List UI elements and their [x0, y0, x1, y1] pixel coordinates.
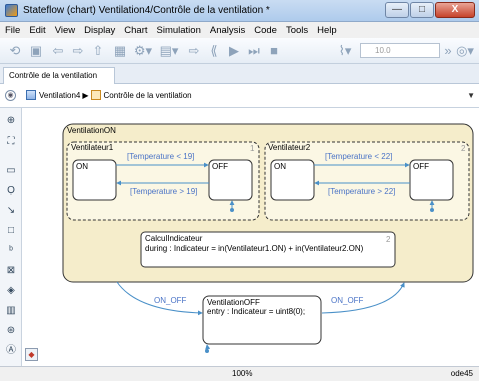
menu-tools[interactable]: Tools — [286, 25, 308, 36]
default-junction[interactable] — [205, 349, 209, 353]
default-transition-icon[interactable]: ↘ — [4, 204, 18, 218]
transition-v2-off-on-label[interactable]: [Temperature > 22] — [328, 187, 395, 196]
transition-v1-off-on-label[interactable]: [Temperature > 19] — [130, 187, 197, 196]
ventilation-off-action: entry : Indicateur = uint8(0); — [207, 307, 305, 316]
breadcrumb-dropdown-icon[interactable]: ▼ — [467, 91, 475, 100]
state-ventilation-off-label: VentilationOFF — [207, 298, 260, 307]
chart-icon — [90, 90, 101, 100]
menu-edit[interactable]: Edit — [29, 25, 45, 36]
connective-junction-icon[interactable]: □ — [4, 224, 18, 238]
ventilateur1-order: 1 — [250, 144, 255, 153]
tab-controle-ventilation[interactable]: Contrôle de la ventilation — [3, 67, 115, 84]
v2-junction[interactable] — [430, 208, 434, 212]
v1-junction[interactable] — [230, 208, 234, 212]
menu-chart[interactable]: Chart — [124, 25, 147, 36]
solver-name: ode45 — [450, 369, 473, 378]
rewind-icon[interactable]: ⟪ — [206, 43, 222, 59]
stop-icon[interactable]: ■ — [266, 43, 282, 59]
state-v2-on-label: ON — [274, 162, 286, 171]
object-palette: ⊕ ⛶ ▭ Ọ ↘ □ ᵇ ⊠ ◈ ▥ ⊛ Ⓐ — [0, 108, 22, 366]
explorer-bar-icon[interactable]: ◆ — [25, 348, 38, 361]
zoom-level: 100% — [232, 369, 253, 378]
simulink-function-icon[interactable]: ⊛ — [4, 324, 18, 338]
calcul-order: 2 — [386, 235, 391, 244]
save-icon[interactable]: ▣ — [28, 43, 44, 59]
maximize-button[interactable]: □ — [410, 2, 434, 18]
transition-v1-on-off-label[interactable]: [Temperature < 19] — [127, 152, 194, 161]
library-browser-icon[interactable]: ▤▾ — [158, 43, 180, 59]
menu-file[interactable]: File — [5, 25, 20, 36]
close-button[interactable]: X — [435, 2, 475, 18]
more-toolbar[interactable]: » — [443, 43, 453, 59]
state-v1-on-label: ON — [76, 162, 88, 171]
explorer-icon[interactable]: ▦ — [112, 43, 128, 59]
function-icon[interactable]: ⊠ — [4, 264, 18, 278]
step-back-icon[interactable]: ⇨ — [186, 43, 202, 59]
tab-row: Contrôle de la ventilation — [0, 64, 479, 84]
back-icon[interactable]: ⇦ — [50, 43, 66, 59]
breadcrumb-root[interactable]: Ventilation4 — [39, 91, 80, 100]
matlab-function-icon[interactable]: ▥ — [4, 304, 18, 318]
run-icon[interactable]: ▶ — [226, 43, 242, 59]
forward-icon[interactable]: ⇨ — [70, 43, 86, 59]
menu-view[interactable]: View — [55, 25, 75, 36]
chart-canvas[interactable]: VentilationON Ventilateur1 1 ON OFF [Tem… — [22, 108, 479, 366]
calcul-action: during : Indicateur = in(Ventilateur1.ON… — [145, 244, 364, 253]
state-ventilateur1-label: Ventilateur1 — [71, 143, 114, 152]
up-icon[interactable]: ⇧ — [90, 43, 106, 59]
model-icon — [26, 90, 36, 100]
annotation-icon[interactable]: Ⓐ — [4, 344, 18, 358]
state-tool-icon[interactable]: ▭ — [4, 164, 18, 178]
breadcrumb-leaf[interactable]: Contrôle de la ventilation — [104, 91, 192, 100]
state-v1-off-label: OFF — [212, 162, 228, 171]
ventilateur2-order: 2 — [461, 144, 466, 153]
breadcrumb: Ventilation4 ▶ Contrôle de la ventilatio… — [26, 90, 192, 100]
state-v2-off-label: OFF — [413, 162, 429, 171]
menu-code[interactable]: Code — [254, 25, 277, 36]
menu-help[interactable]: Help — [317, 25, 337, 36]
stop-time-field[interactable]: 10.0 — [360, 43, 440, 58]
menu-display[interactable]: Display — [84, 25, 115, 36]
menu-bar: File Edit View Display Chart Simulation … — [0, 22, 479, 38]
check-icon[interactable]: ◎▾ — [455, 43, 475, 59]
transition-on-to-off-label[interactable]: ON_OFF — [154, 296, 187, 305]
status-bar: 100% ode45 — [0, 366, 479, 381]
stateflow-window: Stateflow (chart) Ventilation4/Contrôle … — [0, 0, 479, 381]
truth-table-icon[interactable]: ᵇ — [4, 244, 18, 258]
transition-off-to-on-label[interactable]: ON_OFF — [331, 296, 364, 305]
history-junction-icon[interactable]: Ọ — [4, 184, 18, 198]
hide-show-explorer-icon[interactable]: ◉ — [5, 90, 16, 101]
chart-diagram: VentilationON Ventilateur1 1 ON OFF [Tem… — [62, 123, 474, 353]
settings-icon[interactable]: ⚙▾ — [132, 43, 154, 59]
state-ventilation-on-label: VentilationON — [67, 126, 116, 135]
toolbar: ⟲ ▣ ⇦ ⇨ ⇧ ▦ ⚙▾ ▤▾ ⇨ ⟪ ▶ ⏭ ■ ⌇▾ 10.0 » ◎▾ — [0, 38, 479, 64]
stateflow-app-icon — [5, 4, 18, 17]
state-ventilateur2-label: Ventilateur2 — [268, 143, 311, 152]
window-controls: — □ X — [385, 2, 475, 18]
breadcrumb-separator-icon: ▶ — [82, 90, 89, 100]
title-bar: Stateflow (chart) Ventilation4/Contrôle … — [0, 0, 479, 22]
menu-analysis[interactable]: Analysis — [210, 25, 245, 36]
minimize-button[interactable]: — — [385, 2, 409, 18]
box-icon[interactable]: ◈ — [4, 284, 18, 298]
state-calcul-indicateur-label: CalculIndicateur — [145, 234, 203, 243]
zoom-icon[interactable]: ⊕ — [4, 114, 18, 128]
window-title: Stateflow (chart) Ventilation4/Contrôle … — [23, 5, 270, 16]
scope-icon[interactable]: ⌇▾ — [334, 43, 356, 59]
transition-v2-on-off-label[interactable]: [Temperature < 22] — [325, 152, 392, 161]
address-bar: ◉ Ventilation4 ▶ Contrôle de la ventilat… — [0, 84, 479, 108]
menu-simulation[interactable]: Simulation — [157, 25, 201, 36]
library-icon[interactable]: ⟲ — [6, 43, 24, 59]
fit-to-view-icon[interactable]: ⛶ — [4, 135, 18, 149]
step-forward-icon[interactable]: ⏭ — [246, 43, 262, 59]
